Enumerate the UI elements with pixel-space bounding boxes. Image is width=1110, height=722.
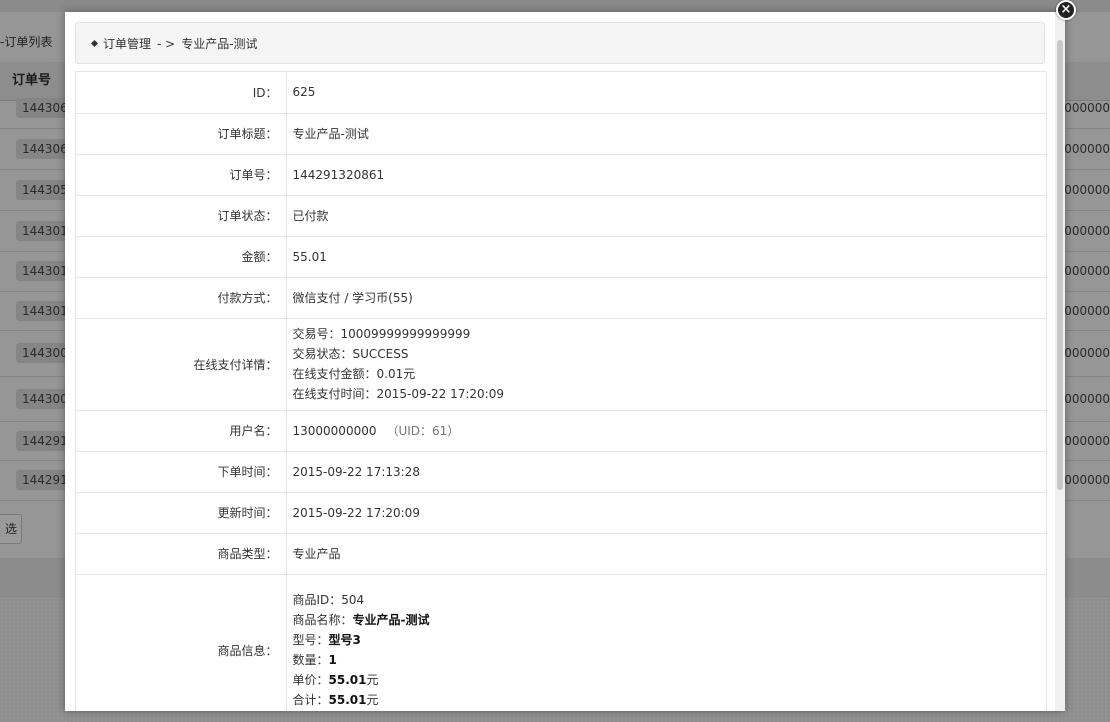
detail-row-product-type: 商品类型： 专业产品 <box>76 533 1046 575</box>
order-detail-table-container: ID： 625 订单标题： 专业产品-测试 订单号： 144291320861 … <box>75 71 1047 711</box>
product-model-value: 型号3 <box>328 633 361 647</box>
username-cell: 13000000000 （UID：61） <box>286 410 1046 452</box>
product-type-label: 商品类型： <box>76 533 287 575</box>
detail-row-order-no: 订单号： 144291320861 <box>76 154 1046 196</box>
order-value-cell: 000000 <box>1064 473 1110 487</box>
product-type-value: 专业产品 <box>286 533 1046 575</box>
pay-method-value: 微信支付 / 学习币(55) <box>286 277 1046 319</box>
product-total-line: 合计：55.01元 <box>293 690 1047 710</box>
unit-price-value: 55.01 <box>328 673 367 687</box>
trade-no-label: 交易号： <box>292 327 341 341</box>
product-id-line: 商品ID：504 <box>293 590 1047 610</box>
detail-row-created: 下单时间： 2015-09-22 17:13:28 <box>76 451 1046 493</box>
trade-status-label: 交易状态： <box>292 347 353 361</box>
unit-price-label: 单价： <box>292 673 329 687</box>
trade-no-value: 10009999999999999 <box>340 327 471 341</box>
product-info-details: 商品ID：504 商品名称：专业产品-测试 型号：型号3 数量：1 单价：55.… <box>286 574 1046 711</box>
order-no-value: 144291320861 <box>286 154 1046 196</box>
paid-time-value: 2015-09-22 17:20:09 <box>376 387 504 401</box>
updated-time-value: 2015-09-22 17:20:09 <box>286 492 1046 534</box>
product-info-label: 商品信息： <box>76 574 287 711</box>
paid-amount-value: 0.01元 <box>376 367 416 381</box>
total-value: 55.01 <box>328 693 367 707</box>
order-value-cell: 000000 <box>1064 391 1110 406</box>
order-value-cell: 000000 <box>1064 223 1110 238</box>
product-id-label: 商品ID： <box>292 593 342 607</box>
amount-label: 金额： <box>76 236 287 278</box>
order-value-cell: 000000 <box>1064 182 1110 197</box>
product-id-value: 504 <box>341 593 365 607</box>
order-status-value: 已付款 <box>286 195 1046 237</box>
bullet-icon <box>90 39 99 48</box>
created-time-label: 下单时间： <box>76 451 287 493</box>
paid-time-line: 在线支付时间：2015-09-22 17:20:09 <box>293 384 1047 404</box>
online-payment-details: 交易号：10009999999999999 交易状态：SUCCESS 在线支付金… <box>286 318 1047 411</box>
id-value: 625 <box>286 72 1046 114</box>
breadcrumb-section[interactable]: 订单管理 <box>103 37 151 51</box>
pay-method-label: 付款方式： <box>76 277 287 319</box>
modal-scrollbar-thumb[interactable] <box>1057 40 1063 490</box>
detail-row-title: 订单标题： 专业产品-测试 <box>76 113 1046 155</box>
breadcrumb: 订单管理 - > 专业产品-测试 <box>75 22 1045 64</box>
order-detail-table: ID： 625 订单标题： 专业产品-测试 订单号： 144291320861 … <box>76 72 1046 711</box>
detail-row-pay-method: 付款方式： 微信支付 / 学习币(55) <box>76 277 1046 319</box>
uid-text: （UID：61） <box>386 424 460 438</box>
paid-amount-line: 在线支付金额：0.01元 <box>293 364 1047 384</box>
online-payment-label: 在线支付详情： <box>76 318 287 411</box>
product-qty-label: 数量： <box>292 653 329 667</box>
background-button[interactable]: 选 <box>0 514 22 544</box>
amount-value: 55.01 <box>286 236 1046 278</box>
product-model-line: 型号：型号3 <box>293 630 1047 650</box>
order-value-cell: 000000 <box>1064 141 1110 156</box>
product-unit-price-line: 单价：55.01元 <box>293 670 1047 690</box>
background-topbar <box>0 0 1110 12</box>
product-name-label: 商品名称： <box>292 613 353 627</box>
trade-status-value: SUCCESS <box>352 347 409 361</box>
product-qty-line: 数量：1 <box>293 650 1047 670</box>
order-no-label: 订单号： <box>76 154 287 196</box>
order-status-label: 订单状态： <box>76 195 287 237</box>
detail-row-online-payment: 在线支付详情： 交易号：10009999999999999 交易状态：SUCCE… <box>76 318 1047 411</box>
detail-row-updated: 更新时间： 2015-09-22 17:20:09 <box>76 492 1046 534</box>
breadcrumb-separator: - > <box>157 37 176 51</box>
order-value-cell: 000000 <box>1064 101 1110 115</box>
detail-row-id: ID： 625 <box>76 72 1046 114</box>
order-title-value: 专业产品-测试 <box>286 113 1046 155</box>
close-icon[interactable]: × <box>1056 0 1076 20</box>
breadcrumb-current: 专业产品-测试 <box>181 37 258 51</box>
order-title-label: 订单标题： <box>76 113 287 155</box>
paid-time-label: 在线支付时间： <box>292 387 377 401</box>
order-detail-modal: 订单管理 - > 专业产品-测试 ID： 625 订单标题： 专业产品-测试 订单号… <box>65 12 1065 711</box>
detail-row-amount: 金额： 55.01 <box>76 236 1046 278</box>
updated-time-label: 更新时间： <box>76 492 287 534</box>
created-time-value: 2015-09-22 17:13:28 <box>286 451 1046 493</box>
trade-status-line: 交易状态：SUCCESS <box>293 344 1047 364</box>
detail-row-username: 用户名： 13000000000 （UID：61） <box>76 410 1046 452</box>
detail-row-product-info: 商品信息： 商品ID：504 商品名称：专业产品-测试 型号：型号3 数量：1 … <box>76 574 1046 711</box>
total-label: 合计： <box>292 693 329 707</box>
trade-no-line: 交易号：10009999999999999 <box>293 324 1047 344</box>
order-value-cell: 000000 <box>1064 433 1110 448</box>
id-label: ID： <box>76 72 287 114</box>
total-unit: 元 <box>366 693 379 707</box>
paid-amount-label: 在线支付金额： <box>292 367 377 381</box>
detail-row-status: 订单状态： 已付款 <box>76 195 1046 237</box>
product-qty-value: 1 <box>328 653 337 667</box>
product-model-label: 型号： <box>292 633 329 647</box>
order-value-cell: 000000 <box>1064 303 1110 318</box>
product-name-line: 商品名称：专业产品-测试 <box>293 610 1047 630</box>
username-label: 用户名： <box>76 410 287 452</box>
order-value-cell: 000000 <box>1064 264 1110 278</box>
order-value-cell: 000000 <box>1064 346 1110 360</box>
order-list-title: -订单列表 <box>0 35 53 49</box>
username-value: 13000000000 <box>292 424 377 438</box>
product-name-value: 专业产品-测试 <box>352 613 430 627</box>
unit-price-unit: 元 <box>366 673 379 687</box>
